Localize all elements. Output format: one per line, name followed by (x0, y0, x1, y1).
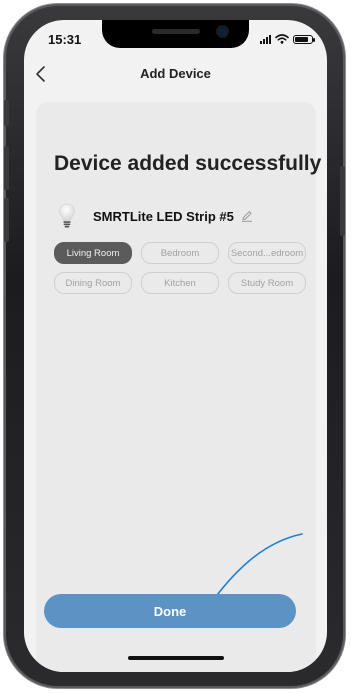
app-screen: 15:31 Add Device Device added successful… (24, 20, 327, 672)
edit-pencil-icon[interactable] (241, 210, 253, 222)
status-bar: 15:31 (24, 20, 327, 60)
device-row: SMRTLite LED Strip #5 (58, 202, 253, 230)
success-headline: Device added successfully (54, 152, 322, 175)
status-time: 15:31 (48, 32, 82, 47)
navigation-bar: Add Device (24, 60, 327, 90)
page-title: Add Device (140, 66, 211, 81)
battery-icon (293, 34, 315, 44)
volume-down-button (4, 198, 9, 242)
room-chip-living-room[interactable]: Living Room (54, 242, 132, 264)
room-chip-kitchen[interactable]: Kitchen (141, 272, 219, 294)
room-chip-dining-room[interactable]: Dining Room (54, 272, 132, 294)
status-icons (260, 34, 315, 44)
notch (102, 20, 249, 48)
room-chip-second-bedroom[interactable]: Second...edroom (228, 242, 306, 264)
light-bulb-icon (59, 203, 75, 228)
home-indicator (128, 656, 224, 660)
room-chip-bedroom[interactable]: Bedroom (141, 242, 219, 264)
room-chip-study-room[interactable]: Study Room (228, 272, 306, 294)
signal-icon (260, 34, 271, 44)
wifi-icon (275, 34, 289, 44)
done-button[interactable]: Done (44, 594, 296, 628)
room-chip-group: Living Room Bedroom Second...edroom Dini… (54, 242, 314, 294)
power-button (340, 166, 345, 236)
mute-switch (4, 100, 9, 126)
speaker-grille (152, 29, 200, 34)
front-camera (218, 27, 227, 36)
device-name: SMRTLite LED Strip #5 (93, 208, 234, 224)
volume-up-button (4, 146, 9, 190)
